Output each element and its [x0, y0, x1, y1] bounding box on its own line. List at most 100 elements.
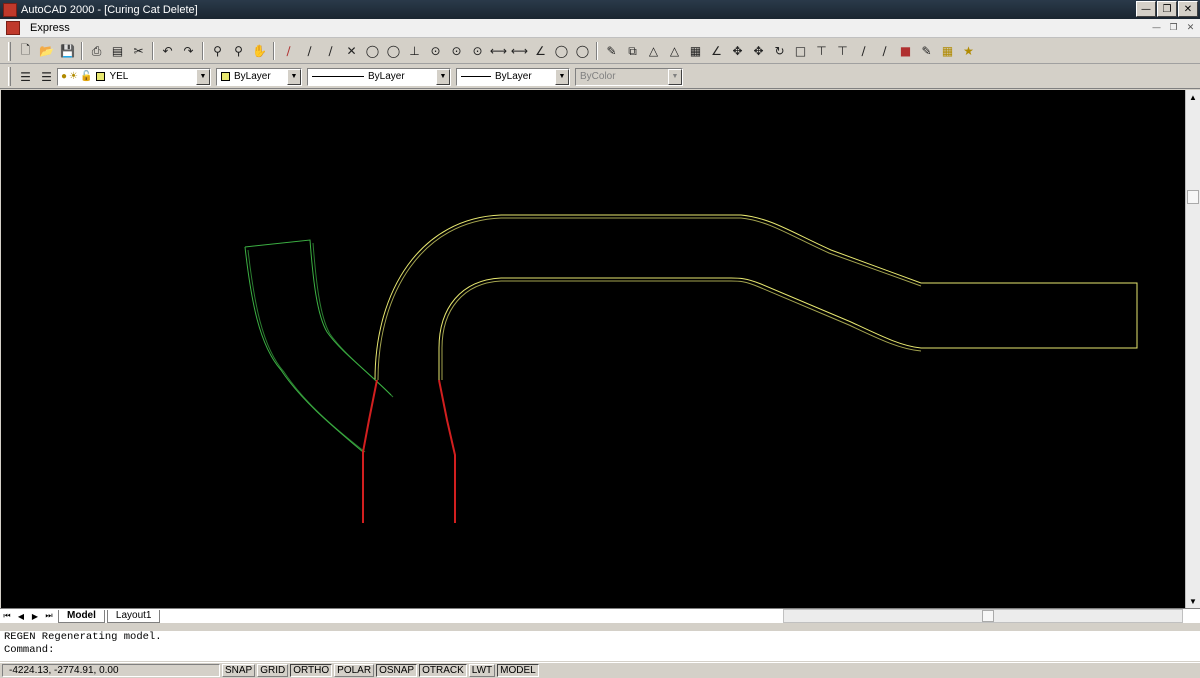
zoom-window-icon[interactable]: ⚲ — [207, 41, 228, 62]
color-value: ByLayer — [234, 71, 271, 82]
vertical-scrollbar[interactable]: ▲ ▼ — [1185, 90, 1200, 608]
command-prompt[interactable]: Command: — [0, 644, 1200, 657]
polar-toggle[interactable]: POLAR — [334, 664, 375, 677]
doc-restore-button[interactable]: ❐ — [1166, 21, 1181, 35]
model-toggle[interactable]: MODEL — [497, 664, 539, 677]
chevron-down-icon[interactable]: ▼ — [555, 68, 569, 85]
next-tab-icon[interactable]: ▶ — [28, 610, 42, 623]
chevron-down-icon[interactable]: ▼ — [287, 68, 301, 85]
layers-toolbar: ☰ ☰ ● ☀ 🔓 YEL ▼ ByLayer ▼ ByLayer ▼ ByLa… — [0, 65, 1200, 89]
ortho-toggle[interactable]: ORTHO — [290, 664, 333, 677]
layer-manager-icon[interactable]: ☰ — [15, 66, 36, 87]
close-button[interactable]: ✕ — [1178, 1, 1198, 17]
dimension-aligned-icon[interactable]: ⟷ — [509, 41, 530, 62]
array-icon[interactable]: ▦ — [685, 41, 706, 62]
restore-button[interactable]: ❐ — [1157, 1, 1177, 17]
erase-icon[interactable]: ✎ — [601, 41, 622, 62]
osnap-tangent-icon[interactable]: ◯ — [383, 41, 404, 62]
last-tab-icon[interactable]: ⏭ — [42, 610, 56, 623]
horizontal-scrollbar[interactable] — [783, 609, 1183, 623]
pan-icon[interactable]: ✋ — [249, 41, 270, 62]
osnap-perpendicular-icon[interactable]: ⊥ — [404, 41, 425, 62]
lineweight-dropdown[interactable]: ByLayer ▼ — [456, 67, 570, 86]
extend-icon[interactable]: □ — [790, 41, 811, 62]
line-icon[interactable]: ∕ — [278, 41, 299, 62]
redo-icon[interactable]: ↷ — [178, 41, 199, 62]
window-title: AutoCAD 2000 - [Curing Cat Delete] — [21, 3, 198, 16]
coordinate-readout[interactable]: -4224.13, -2774.91, 0.00 — [2, 664, 220, 677]
snap-toggle[interactable]: SNAP — [222, 664, 256, 677]
chevron-down-icon: ▼ — [668, 68, 682, 85]
red-pipe-right-path — [438, 379, 456, 523]
osnap-center-icon[interactable]: ⊙ — [425, 41, 446, 62]
polyline-icon[interactable]: ∕ — [320, 41, 341, 62]
chevron-down-icon[interactable]: ▼ — [196, 68, 210, 85]
break-icon[interactable]: ⊤ — [811, 41, 832, 62]
vertical-scroll-thumb[interactable] — [1187, 190, 1199, 204]
linetype-dropdown[interactable]: ByLayer ▼ — [307, 67, 451, 86]
otrack-toggle[interactable]: OTRACK — [419, 664, 467, 677]
tab-layout1[interactable]: Layout1 — [106, 609, 161, 623]
undo-icon[interactable]: ↶ — [157, 41, 178, 62]
osnap-toggle[interactable]: OSNAP — [376, 664, 418, 677]
doc-minimize-button[interactable]: — — [1149, 21, 1164, 35]
menu-express[interactable]: Express — [26, 22, 74, 34]
tab-model[interactable]: Model — [58, 609, 105, 623]
save-icon[interactable]: 💾 — [57, 41, 78, 62]
autocad-app-icon[interactable] — [3, 2, 17, 17]
osnap-node-icon[interactable]: ⊙ — [446, 41, 467, 62]
print-preview-icon[interactable]: ▤ — [107, 41, 128, 62]
layer-color-swatch — [96, 72, 106, 81]
dimension-linear-icon[interactable]: ⟷ — [488, 41, 509, 62]
dimension-radius-icon[interactable]: ◯ — [551, 41, 572, 62]
layer-value: YEL — [109, 71, 129, 82]
copy-icon[interactable]: ⧉ — [622, 41, 643, 62]
color-dropdown[interactable]: ByLayer ▼ — [216, 67, 302, 86]
break-at-point-icon[interactable]: ⊤ — [832, 41, 853, 62]
osnap-quadrant-icon[interactable]: ⊙ — [467, 41, 488, 62]
construction-line-icon[interactable]: ∕ — [299, 41, 320, 62]
grid-toggle[interactable]: GRID — [257, 664, 289, 677]
document-window-controls: — ❐ ✕ — [1149, 21, 1198, 35]
minimize-button[interactable]: — — [1136, 1, 1156, 17]
doc-close-button[interactable]: ✕ — [1183, 21, 1198, 35]
scroll-down-icon[interactable]: ▼ — [1186, 594, 1200, 608]
command-window[interactable]: REGEN Regenerating model. Command: — [0, 629, 1200, 661]
new-file-icon[interactable]: 🗋 — [15, 41, 36, 62]
document-icon[interactable] — [6, 21, 20, 35]
zoom-realtime-icon[interactable]: ⚲ — [228, 41, 249, 62]
trim-icon[interactable]: ✕ — [341, 41, 362, 62]
fillet-icon[interactable]: ∕ — [874, 41, 895, 62]
horizontal-scroll-thumb[interactable] — [982, 610, 994, 622]
print-icon[interactable]: ⎙ — [86, 41, 107, 62]
toolbar-grip[interactable] — [8, 67, 11, 86]
cut-icon[interactable]: ✂ — [128, 41, 149, 62]
open-file-icon[interactable]: 📂 — [36, 41, 57, 62]
chevron-down-icon[interactable]: ▼ — [436, 68, 450, 85]
make-object-layer-current-icon[interactable]: ☰ — [36, 66, 57, 87]
dimension-angular-icon[interactable]: ∠ — [530, 41, 551, 62]
chamfer-icon[interactable]: ∕ — [853, 41, 874, 62]
move-icon[interactable]: ✥ — [727, 41, 748, 62]
drawing-canvas[interactable] — [1, 90, 1185, 608]
layer-thaw-icon: ☀ — [69, 71, 79, 82]
dimension-diameter-icon[interactable]: ◯ — [572, 41, 593, 62]
plotstyle-value: ByColor — [580, 71, 616, 82]
mirror-icon[interactable]: △ — [643, 41, 664, 62]
scroll-up-icon[interactable]: ▲ — [1186, 90, 1200, 104]
offset-icon[interactable]: △ — [664, 41, 685, 62]
toolbar-grip[interactable] — [8, 41, 11, 61]
stretch-icon[interactable]: ✥ — [748, 41, 769, 62]
osnap-intersection-icon[interactable]: ◯ — [362, 41, 383, 62]
design-center-icon[interactable]: ▦ — [937, 41, 958, 62]
prev-tab-icon[interactable]: ◀ — [14, 610, 28, 623]
layer-dropdown[interactable]: ● ☀ 🔓 YEL ▼ — [57, 67, 211, 86]
properties-icon[interactable]: ✎ — [916, 41, 937, 62]
rotate-icon[interactable]: ↻ — [769, 41, 790, 62]
lwt-toggle[interactable]: LWT — [468, 664, 496, 677]
match-properties-icon[interactable]: ★ — [958, 41, 979, 62]
first-tab-icon[interactable]: ⏮ — [0, 610, 14, 623]
scale-icon[interactable]: ∠ — [706, 41, 727, 62]
standard-toolbar: 🗋 📂 💾 ⎙ ▤ ✂ ↶ ↷ ⚲ ⚲ ✋ ∕ ∕ ∕ ✕ ◯ ◯ ⊥ ⊙ ⊙ … — [0, 39, 1200, 64]
explode-icon[interactable]: ■ — [895, 41, 916, 62]
